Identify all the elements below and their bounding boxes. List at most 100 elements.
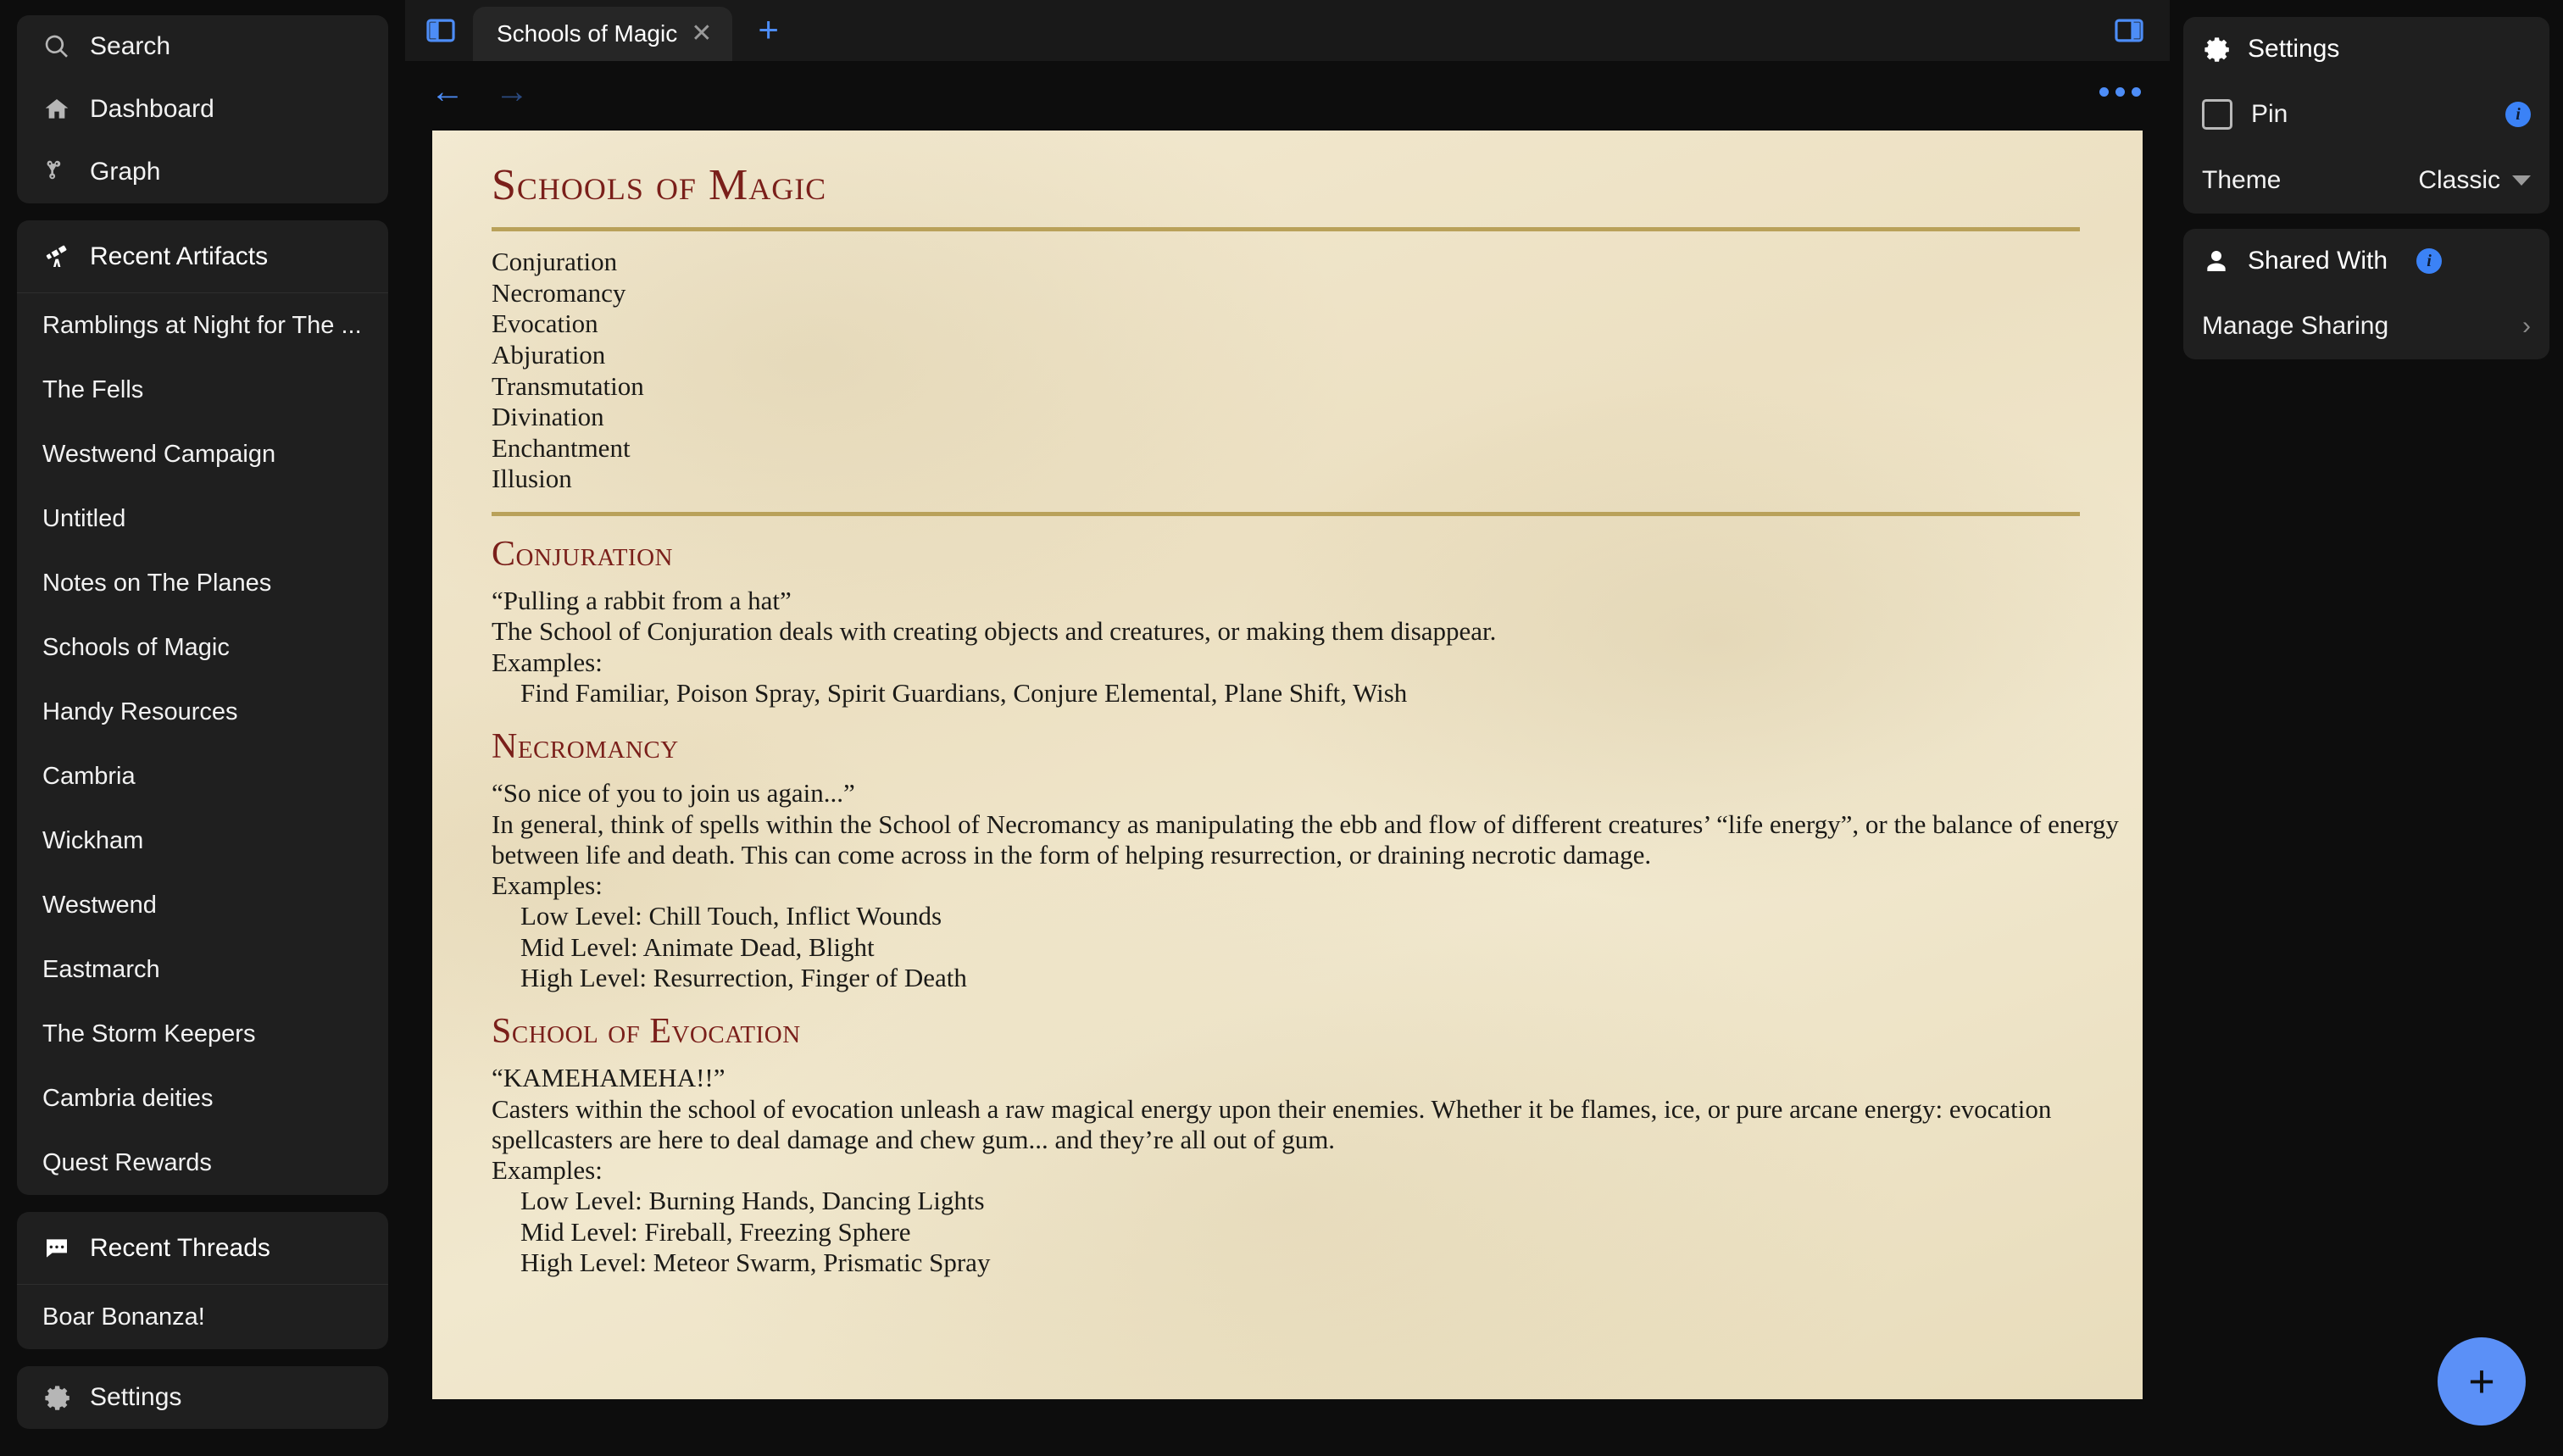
document-page: Schools of Magic Conjuration Necromancy … xyxy=(432,131,2143,1399)
body-line: Casters within the school of evocation u… xyxy=(492,1093,2052,1124)
artifact-label: Eastmarch xyxy=(42,955,160,983)
body-line: “So nice of you to join us again...” xyxy=(492,778,855,809)
recent-artifacts-header[interactable]: Recent Artifacts xyxy=(17,220,388,293)
pin-row[interactable]: Pin i xyxy=(2202,81,2531,147)
recent-artifacts-card: Recent Artifacts Ramblings at Night for … xyxy=(17,220,388,1195)
add-tab-button[interactable]: + xyxy=(732,12,804,61)
list-item[interactable]: The Fells xyxy=(17,358,388,422)
telescope-icon xyxy=(42,242,71,271)
manage-sharing-row[interactable]: Manage Sharing › xyxy=(2202,293,2531,359)
sidebar-item-label: Graph xyxy=(90,158,161,186)
artifact-label: Westwend Campaign xyxy=(42,440,276,468)
sidebar-item-settings[interactable]: Settings xyxy=(17,1366,388,1429)
theme-select[interactable]: Classic xyxy=(2418,166,2531,195)
info-icon[interactable]: i xyxy=(2505,102,2531,127)
school-name: Divination xyxy=(492,402,604,432)
pin-checkbox[interactable] xyxy=(2202,99,2232,130)
chevron-right-icon: › xyxy=(2522,312,2531,340)
recent-artifacts-list: Ramblings at Night for The ... The Fells… xyxy=(17,293,388,1195)
artifact-label: The Storm Keepers xyxy=(42,1020,256,1048)
manage-sharing-label: Manage Sharing xyxy=(2202,312,2389,340)
school-name: Necromancy xyxy=(492,277,626,308)
body-line: between life and death. This can come ac… xyxy=(492,839,1652,870)
list-item[interactable]: Westwend Campaign xyxy=(17,422,388,486)
list-item[interactable]: Cambria xyxy=(17,744,388,809)
list-rule xyxy=(492,511,2080,516)
pin-info-wrap: i xyxy=(2505,102,2531,127)
artifact-label: Cambria xyxy=(42,762,136,790)
person-icon xyxy=(2202,247,2231,275)
list-item[interactable]: Cambria deities xyxy=(17,1066,388,1131)
sidebar-item-label: Dashboard xyxy=(90,95,214,123)
settings-card: Settings Pin i Theme Classic xyxy=(2183,17,2549,214)
home-icon xyxy=(42,95,71,124)
sidebar-item-label: Settings xyxy=(90,1383,182,1411)
info-icon[interactable]: i xyxy=(2416,248,2443,274)
left-sidebar: Search Dashboard Graph Recent Artifacts … xyxy=(0,0,405,1456)
body-line: In general, think of spells within the S… xyxy=(492,809,2119,839)
list-item[interactable]: Notes on The Planes xyxy=(17,551,388,615)
body-line: Low Level: Burning Hands, Dancing Lights xyxy=(520,1186,985,1216)
list-item[interactable]: Ramblings at Night for The ... xyxy=(17,293,388,358)
sidebar-item-label: Search xyxy=(90,32,171,60)
tab-schools-of-magic[interactable]: Schools of Magic ✕ xyxy=(473,7,733,61)
panel-left-icon[interactable] xyxy=(417,7,464,54)
sidebar-settings-card: Settings xyxy=(17,1366,388,1429)
school-name: Evocation xyxy=(492,308,598,339)
card-header-label: Recent Threads xyxy=(90,1233,270,1262)
section-body: “So nice of you to join us again...” In … xyxy=(463,778,2119,993)
section-heading: Conjuration xyxy=(492,534,673,574)
body-line: “Pulling a rabbit from a hat” xyxy=(492,586,792,616)
gear-icon xyxy=(42,1383,71,1412)
panel-right-icon[interactable] xyxy=(2109,10,2149,51)
school-name: Transmutation xyxy=(492,370,644,401)
section-heading: School of Evocation xyxy=(492,1012,801,1052)
navigation-toolbar: ← → xyxy=(405,61,2170,122)
school-name: Enchantment xyxy=(492,432,631,463)
body-line: Examples: xyxy=(492,1155,603,1186)
artifact-label: Quest Rewards xyxy=(42,1148,212,1176)
settings-header: Settings xyxy=(2202,17,2531,81)
list-item[interactable]: Untitled xyxy=(17,486,388,551)
theme-row[interactable]: Theme Classic xyxy=(2202,147,2531,214)
theme-value: Classic xyxy=(2418,166,2500,194)
document-viewport: Schools of Magic Conjuration Necromancy … xyxy=(405,122,2170,1456)
list-item[interactable]: Wickham xyxy=(17,809,388,873)
body-line: High Level: Meteor Swarm, Prismatic Spra… xyxy=(520,1247,991,1277)
chevron-down-icon xyxy=(2512,175,2531,186)
body-line: Examples: xyxy=(492,647,603,677)
pin-label: Pin xyxy=(2251,100,2288,128)
body-line: “KAMEHAMEHA!!” xyxy=(492,1063,726,1093)
recent-threads-card: Recent Threads Boar Bonanza! xyxy=(17,1212,388,1349)
body-line: High Level: Resurrection, Finger of Deat… xyxy=(520,962,967,992)
artifact-label: Cambria deities xyxy=(42,1084,214,1112)
close-icon[interactable]: ✕ xyxy=(691,21,712,47)
add-button-fab[interactable]: + xyxy=(2438,1337,2526,1425)
section-heading: Necromancy xyxy=(492,727,679,767)
sidebar-item-dashboard[interactable]: Dashboard xyxy=(17,78,388,141)
settings-title: Settings xyxy=(2248,35,2340,63)
gear-icon xyxy=(2202,35,2231,64)
app-window: Search Dashboard Graph Recent Artifacts … xyxy=(0,0,2563,1456)
body-line: spellcasters are here to deal damage and… xyxy=(492,1124,1336,1154)
list-item[interactable]: Eastmarch xyxy=(17,937,388,1002)
school-name: Conjuration xyxy=(492,247,618,277)
sidebar-item-graph[interactable]: Graph xyxy=(17,141,388,203)
list-item[interactable]: Handy Resources xyxy=(17,680,388,744)
list-item[interactable]: Schools of Magic xyxy=(17,615,388,680)
list-item[interactable]: Boar Bonanza! xyxy=(17,1285,388,1349)
forward-arrow-icon[interactable]: → xyxy=(495,75,529,108)
artifact-label: The Fells xyxy=(42,375,144,403)
main-area: Schools of Magic ✕ + ← → Schools of Magi… xyxy=(405,0,2170,1456)
artifact-label: Westwend xyxy=(42,891,157,919)
more-options-icon[interactable] xyxy=(2091,79,2149,105)
list-item[interactable]: Quest Rewards xyxy=(17,1131,388,1195)
back-arrow-icon[interactable]: ← xyxy=(431,75,464,108)
recent-threads-header[interactable]: Recent Threads xyxy=(17,1212,388,1285)
sidebar-item-search[interactable]: Search xyxy=(17,15,388,78)
list-item[interactable]: The Storm Keepers xyxy=(17,1002,388,1066)
artifact-label: Ramblings at Night for The ... xyxy=(42,311,362,339)
artifact-label: Wickham xyxy=(42,826,144,854)
list-item[interactable]: Westwend xyxy=(17,873,388,937)
body-line: Find Familiar, Poison Spray, Spirit Guar… xyxy=(520,677,1408,708)
